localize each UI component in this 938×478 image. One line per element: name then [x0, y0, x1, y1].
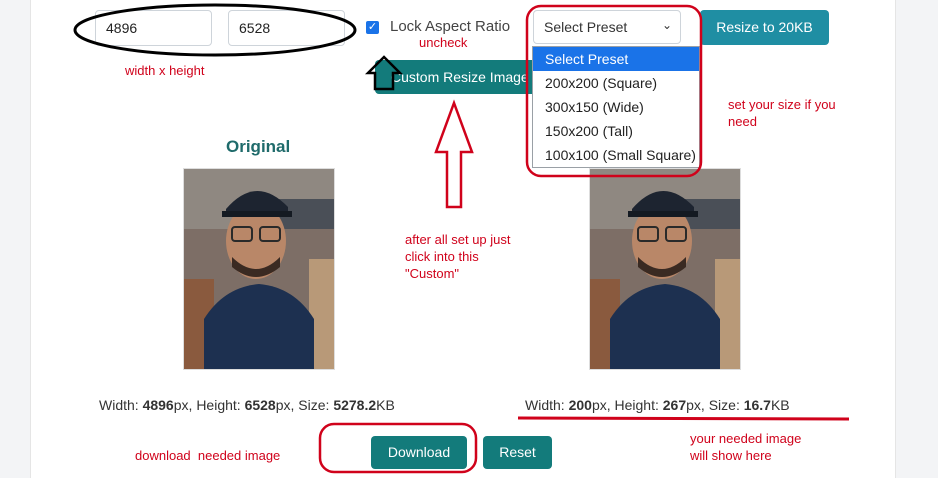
preset-highlight-box	[525, 4, 703, 178]
black-up-arrow-icon	[364, 55, 404, 91]
download-highlight-box	[318, 422, 478, 474]
resized-underline	[517, 416, 850, 421]
red-up-arrow-icon	[434, 99, 474, 209]
annotation-overlay	[73, 3, 850, 474]
width-height-circle	[73, 3, 357, 57]
